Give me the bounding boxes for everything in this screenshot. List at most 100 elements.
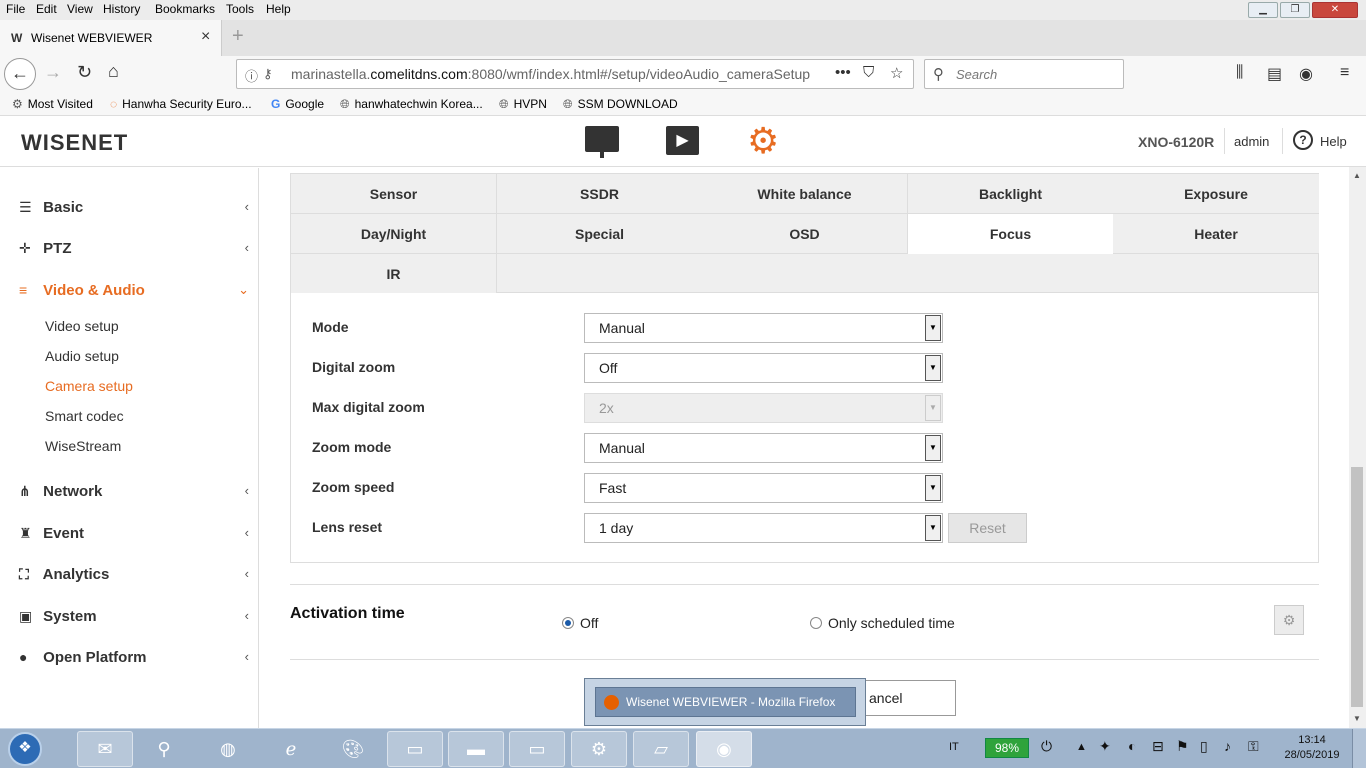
paint-taskbar-icon[interactable]: 🎨︎ — [325, 731, 381, 767]
sidebar-toggle-icon[interactable]: ▤ — [1267, 64, 1282, 84]
bookmark-google[interactable]: G Google — [271, 97, 324, 111]
power-plug-icon[interactable]: ⏻ — [1041, 738, 1052, 755]
sidebar-item-analytics[interactable]: ⛶ Analytics ‹ — [19, 566, 249, 583]
system-clock[interactable]: 13:14 28/05/2019 — [1282, 733, 1342, 763]
page-actions-icon[interactable]: ••• — [835, 64, 851, 81]
scroll-down-icon[interactable]: ▼ — [1353, 714, 1361, 723]
menu-tools[interactable]: Tools — [226, 2, 254, 16]
bookmark-star-icon[interactable]: ☆ — [890, 64, 903, 82]
user-name[interactable]: admin — [1234, 134, 1269, 149]
playback-icon[interactable]: ▶ — [666, 126, 699, 155]
sidebar-subitem-camera-setup[interactable]: Camera setup — [45, 378, 133, 394]
network-tool-taskbar-icon[interactable]: ⚙ — [571, 731, 627, 767]
close-window-button[interactable]: ✕ — [1312, 2, 1358, 18]
sidebar-item-network[interactable]: ⋔ Network ‹ — [19, 483, 249, 500]
forward-button-icon[interactable]: → — [44, 62, 62, 83]
sidebar-item-ptz[interactable]: ✛ PTZ ‹ — [19, 240, 249, 257]
pocket-icon[interactable]: ⛉ — [863, 64, 874, 81]
windows-start-icon[interactable]: ❖ — [8, 732, 42, 766]
tab-exposure[interactable]: Exposure — [1113, 174, 1319, 214]
digital-zoom-select[interactable]: Off ▼ — [584, 353, 943, 383]
chrome-taskbar-icon[interactable]: ◍ — [200, 731, 256, 767]
hamburger-menu-icon[interactable]: ≡ — [1340, 64, 1349, 82]
menu-edit[interactable]: Edit — [36, 2, 57, 16]
notepad-taskbar-icon[interactable]: ▱ — [633, 731, 689, 767]
network-tray-icon[interactable]: ⊟ — [1152, 738, 1164, 755]
sidebar-item-video-audio[interactable]: ≡ Video & Audio ⌄ — [19, 282, 249, 299]
menu-view[interactable]: View — [67, 2, 93, 16]
reload-icon[interactable]: ↻ — [77, 62, 92, 83]
bookmark-hanwhatechwin[interactable]: 🌐︎ hanwhatechwin Korea... — [340, 97, 483, 112]
menu-bookmarks[interactable]: Bookmarks — [155, 2, 215, 16]
zoom-speed-select[interactable]: Fast ▼ — [584, 473, 943, 503]
outlook-taskbar-icon[interactable]: ✉ — [77, 731, 133, 767]
tray-app-icon[interactable]: ✦ — [1099, 738, 1111, 755]
sidebar-subitem-smart-codec[interactable]: Smart codec — [45, 408, 124, 424]
tab-sensor[interactable]: Sensor — [291, 174, 497, 214]
browser-tab[interactable]: W Wisenet WEBVIEWER × — [0, 20, 222, 56]
bookmark-hanwha-security[interactable]: ◌ Hanwha Security Euro... — [110, 97, 252, 111]
sidebar-item-system[interactable]: ▣ System ‹ — [19, 608, 249, 625]
sidebar-item-event[interactable]: ♜ Event ‹ — [19, 525, 249, 542]
folder-taskbar-icon[interactable]: ▭ — [509, 731, 565, 767]
back-button-icon[interactable]: ← — [4, 58, 36, 90]
taskbar-preview-item[interactable]: Wisenet WEBVIEWER - Mozilla Firefox — [595, 687, 856, 717]
action-center-flag-icon[interactable]: ⚑ — [1176, 738, 1189, 755]
sidebar-subitem-wisestream[interactable]: WiseStream — [45, 438, 121, 454]
tab-ssdr[interactable]: SSDR — [497, 174, 703, 214]
menu-file[interactable]: File — [6, 2, 25, 16]
activation-scheduled-radio[interactable]: Only scheduled time — [810, 615, 955, 631]
sidebar-item-basic[interactable]: ☰ Basic ‹ — [19, 199, 249, 216]
help-link[interactable]: Help — [1320, 134, 1347, 149]
lens-reset-select[interactable]: 1 day ▼ — [584, 513, 943, 543]
tab-focus[interactable]: Focus — [908, 214, 1114, 254]
folder-taskbar-icon[interactable]: ▭ — [387, 731, 443, 767]
restore-button[interactable]: ❐ — [1280, 2, 1310, 18]
new-tab-icon[interactable]: + — [232, 25, 244, 48]
sidebar-subitem-video-setup[interactable]: Video setup — [45, 318, 119, 334]
internet-explorer-taskbar-icon[interactable]: ℯ — [263, 731, 319, 767]
reset-button[interactable]: Reset — [948, 513, 1027, 543]
live-monitor-icon[interactable] — [585, 126, 619, 158]
help-icon[interactable]: ? — [1293, 130, 1313, 150]
url-bar[interactable]: ⓘ ⚷ marinastella.comelitdns.com:8080/wmf… — [236, 59, 914, 89]
firefox-taskbar-icon[interactable]: ◉ — [696, 731, 752, 767]
info-icon[interactable]: ⓘ — [245, 66, 258, 85]
setup-gear-icon[interactable]: ⚙ — [747, 123, 779, 159]
menu-help[interactable]: Help — [266, 2, 291, 16]
scroll-up-icon[interactable]: ▲ — [1353, 171, 1361, 180]
key-icon[interactable]: ⚷ — [263, 66, 273, 82]
home-icon[interactable]: ⌂ — [108, 61, 119, 82]
tab-special[interactable]: Special — [497, 214, 703, 254]
scrollbar-thumb[interactable] — [1351, 467, 1363, 707]
battery-indicator[interactable]: 98% — [985, 738, 1029, 758]
show-hidden-icons-icon[interactable]: ▲ — [1076, 741, 1087, 753]
tab-ir[interactable]: IR — [291, 254, 497, 294]
account-icon[interactable]: ◉ — [1299, 64, 1313, 84]
bookmark-most-visited[interactable]: ⚙ Most Visited — [12, 97, 93, 111]
language-indicator[interactable]: IT — [949, 741, 959, 753]
schedule-settings-gear-icon[interactable]: ⚙ — [1274, 605, 1304, 635]
menu-history[interactable]: History — [103, 2, 140, 16]
sidebar-item-open-platform[interactable]: ● Open Platform ‹ — [19, 649, 249, 666]
mode-select[interactable]: Manual ▼ — [584, 313, 943, 343]
bookmark-ssm-download[interactable]: 🌐︎ SSM DOWNLOAD — [563, 97, 678, 112]
tab-backlight[interactable]: Backlight — [908, 174, 1114, 214]
tab-heater[interactable]: Heater — [1113, 214, 1319, 254]
minimize-button[interactable]: ▁ — [1248, 2, 1278, 18]
search-input[interactable]: ⚲ Search — [924, 59, 1124, 89]
search-tool-taskbar-icon[interactable]: ⚲ — [136, 731, 192, 767]
show-desktop-button[interactable] — [1352, 729, 1366, 768]
page-scrollbar[interactable]: ▲ ▼ — [1349, 167, 1366, 728]
activation-off-radio[interactable]: Off — [562, 615, 598, 631]
sidebar-subitem-audio-setup[interactable]: Audio setup — [45, 348, 119, 364]
tray-app-icon[interactable]: ◐ — [1128, 738, 1136, 754]
tab-day-night[interactable]: Day/Night — [291, 214, 497, 254]
bookmark-hvpn[interactable]: 🌐︎ HVPN — [499, 97, 547, 112]
zoom-mode-select[interactable]: Manual ▼ — [584, 433, 943, 463]
tab-white-balance[interactable]: White balance — [702, 174, 908, 214]
volume-muted-icon[interactable]: ♪ — [1224, 738, 1231, 754]
tray-app-icon[interactable]: ⚿ — [1248, 738, 1259, 755]
device-tray-icon[interactable]: ▯ — [1200, 738, 1208, 755]
library-icon[interactable]: ⫼ — [1236, 64, 1243, 82]
